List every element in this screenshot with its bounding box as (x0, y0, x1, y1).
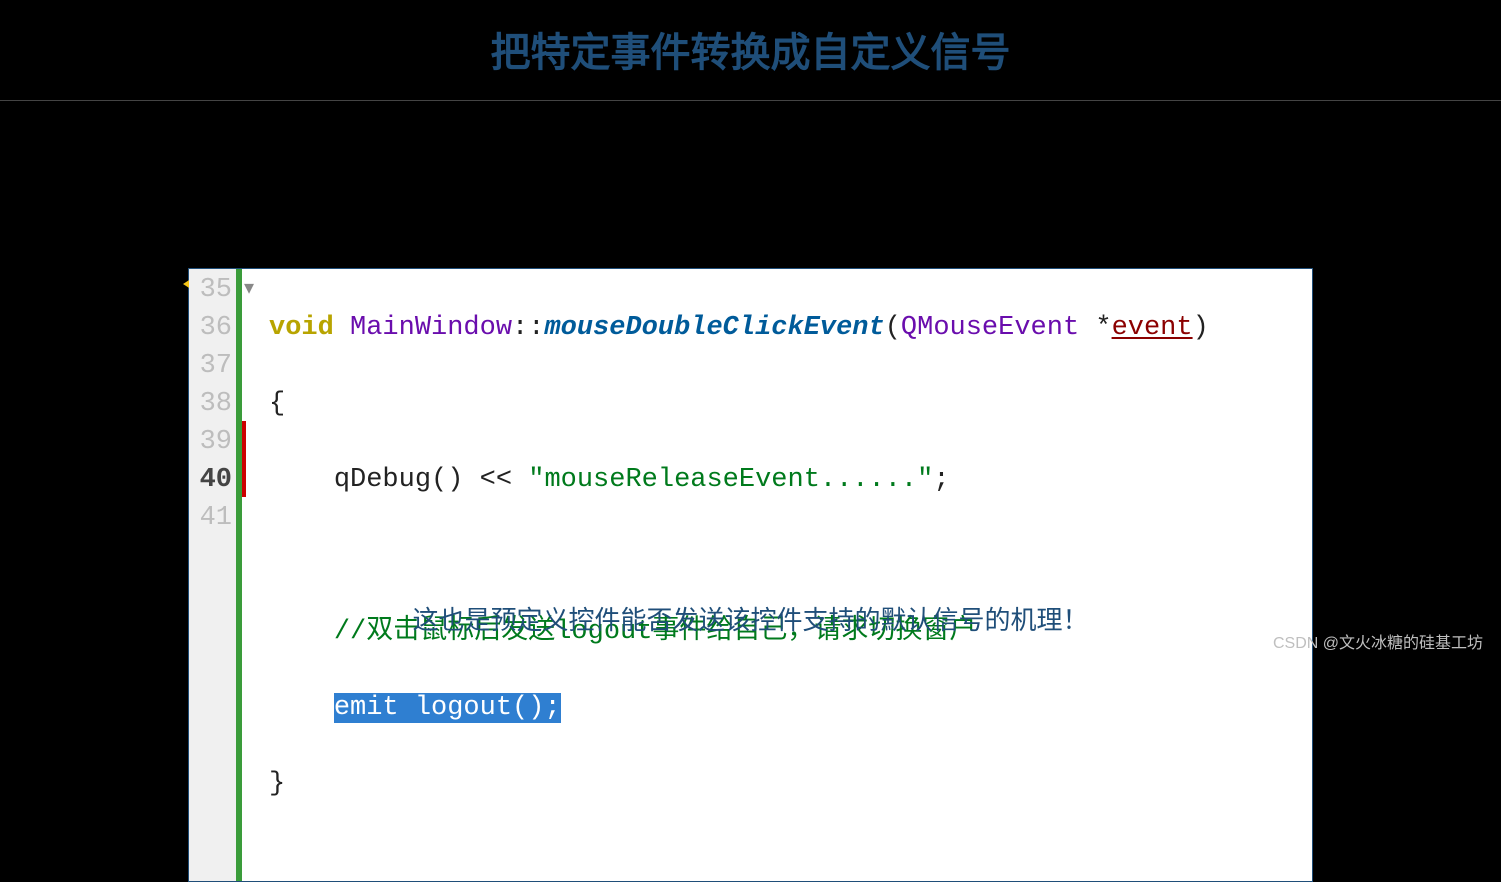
fold-gutter: ▾ (239, 269, 259, 881)
watermark-text: CSDN @文火冰糖的硅基工坊 (1273, 629, 1483, 653)
code-line: emit logout(); (269, 689, 1306, 727)
slide-title: 把特定事件转换成自定义信号 (0, 0, 1501, 78)
code-snippet: 35 36 37 38 39 40 41 ▾ void MainWindow::… (188, 268, 1313, 882)
line-number: 39 (189, 423, 232, 461)
code-line (269, 537, 1306, 575)
code-content: void MainWindow::mouseDoubleClickEvent(Q… (259, 269, 1312, 881)
horizontal-rule (0, 100, 1501, 101)
code-line: void MainWindow::mouseDoubleClickEvent(Q… (269, 309, 1306, 347)
code-line: { (269, 385, 1306, 423)
change-marker (242, 421, 246, 497)
selected-text: emit logout(); (334, 693, 561, 723)
line-number: 38 (189, 385, 232, 423)
line-number: 35 (189, 271, 232, 309)
line-number: 36 (189, 309, 232, 347)
line-number: 40 (189, 461, 232, 499)
code-line: qDebug() << "mouseReleaseEvent......"; (269, 461, 1306, 499)
line-number: 37 (189, 347, 232, 385)
line-number: 41 (189, 499, 232, 537)
line-number-gutter: 35 36 37 38 39 40 41 (189, 269, 239, 881)
fold-toggle-icon[interactable]: ▾ (244, 271, 259, 309)
code-line: } (269, 765, 1306, 803)
